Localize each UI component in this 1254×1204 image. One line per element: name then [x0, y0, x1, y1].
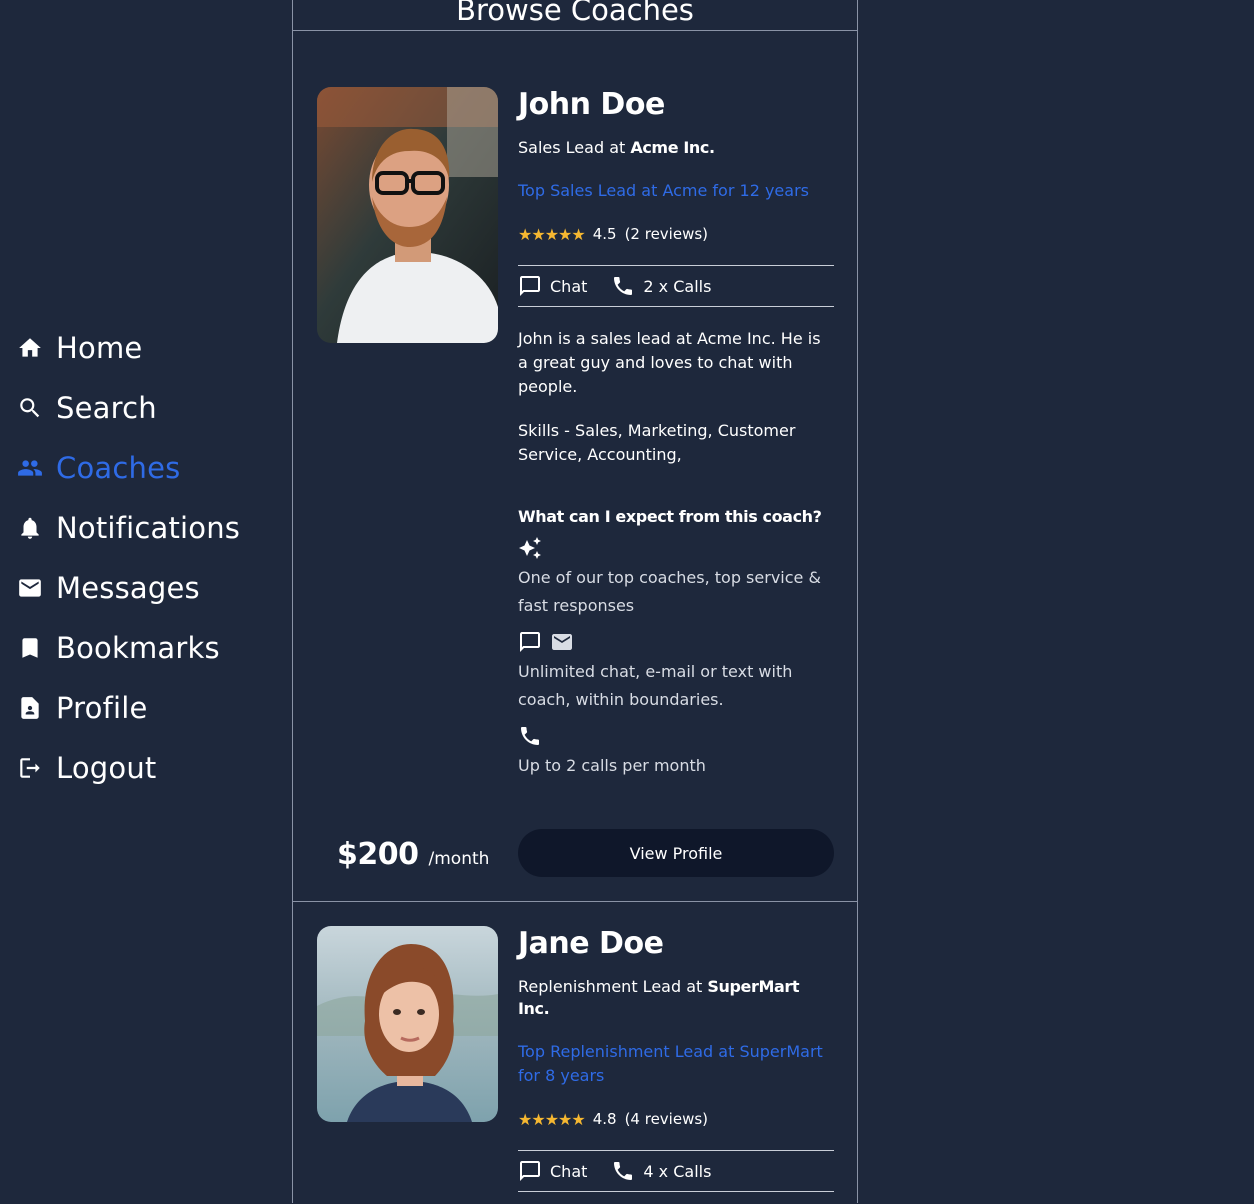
review-count[interactable]: (4 reviews): [625, 1110, 708, 1128]
page-title: Browse Coaches: [456, 0, 694, 27]
coach-tagline: Top Sales Lead at Acme for 12 years: [518, 181, 809, 200]
feed-header: Browse Coaches: [293, 0, 857, 31]
coach-rating: ★★★★★ 4.5 (2 reviews): [518, 223, 834, 245]
nav-messages[interactable]: Messages: [0, 558, 290, 618]
nav-search[interactable]: Search: [0, 378, 290, 438]
expect-heading: What can I expect from this coach?: [518, 507, 822, 526]
coach-feed[interactable]: Browse Coaches John Doe Sales Lead at Ac…: [292, 0, 858, 1203]
nav-notifications[interactable]: Notifications: [0, 498, 290, 558]
coach-company: Acme Inc.: [630, 138, 715, 157]
nav-coaches-label: Coaches: [56, 451, 181, 485]
sidebar: Home Search Coaches Notifications Messag…: [0, 318, 290, 798]
nav-logout[interactable]: Logout: [0, 738, 290, 798]
calls-label: 4 x Calls: [643, 1161, 712, 1181]
coach-photo[interactable]: [317, 87, 498, 343]
nav-home[interactable]: Home: [0, 318, 290, 378]
coach-info: Jane Doe Replenishment Lead at SuperMart…: [518, 924, 834, 1192]
nav-notifications-label: Notifications: [56, 511, 241, 545]
rating-score: 4.8: [592, 1110, 617, 1128]
chat-label: Chat: [550, 1161, 588, 1181]
coach-card: Jane Doe Replenishment Lead at SuperMart…: [293, 902, 857, 1204]
nav-profile-label: Profile: [56, 691, 148, 725]
nav-logout-label: Logout: [56, 751, 157, 785]
mail-icon: [16, 574, 44, 602]
coach-price: $200 /month: [337, 837, 489, 872]
chat-icon: [520, 1161, 540, 1181]
chat-option[interactable]: Chat: [518, 274, 587, 298]
view-profile-button[interactable]: View Profile: [518, 829, 834, 877]
coach-name: John Doe: [518, 87, 665, 122]
expect-item-icons: [518, 536, 834, 560]
coach-role: Sales Lead at Acme Inc.: [518, 137, 834, 159]
calls-option[interactable]: 2 x Calls: [611, 274, 711, 298]
phone-icon: [521, 727, 539, 745]
rating-score: 4.5: [592, 225, 617, 243]
calls-option[interactable]: 4 x Calls: [611, 1159, 711, 1183]
nav-profile[interactable]: Profile: [0, 678, 290, 738]
nav-bookmarks[interactable]: Bookmarks: [0, 618, 290, 678]
nav-search-label: Search: [56, 391, 157, 425]
chat-icon: [520, 632, 540, 652]
nav-home-label: Home: [56, 331, 143, 365]
expect-item-text: Unlimited chat, e-mail or text with coac…: [518, 662, 793, 709]
coach-role-prefix: Sales Lead at: [518, 138, 631, 157]
chat-option[interactable]: Chat: [518, 1159, 587, 1183]
phone-icon: [614, 277, 633, 295]
coach-card: John Doe Sales Lead at Acme Inc. Top Sal…: [293, 31, 857, 902]
nav-bookmarks-label: Bookmarks: [56, 631, 220, 665]
coach-rating: ★★★★★ 4.8 (4 reviews): [518, 1108, 834, 1130]
coach-role: Replenishment Lead at SuperMart Inc.: [518, 976, 834, 1020]
price-amount: $200: [337, 837, 419, 872]
star-rating-icon: ★★★★★: [518, 1109, 586, 1129]
bookmark-icon: [16, 634, 44, 662]
home-icon: [16, 334, 44, 362]
coach-info: John Doe Sales Lead at Acme Inc. Top Sal…: [518, 85, 834, 780]
chat-label: Chat: [550, 276, 588, 296]
mail-icon: [552, 634, 572, 650]
coach-tagline: Top Replenishment Lead at SuperMart for …: [518, 1042, 823, 1085]
expect-item-icons: [518, 630, 834, 654]
star-rating-icon: ★★★★★: [518, 224, 586, 244]
nav-messages-label: Messages: [56, 571, 200, 605]
expect-item-text: One of our top coaches, top service & fa…: [518, 568, 821, 615]
profile-icon: [16, 694, 44, 722]
logout-icon: [16, 754, 44, 782]
contact-options: Chat 4 x Calls: [518, 1150, 834, 1192]
search-icon: [16, 394, 44, 422]
review-count[interactable]: (2 reviews): [625, 225, 708, 243]
chat-icon: [520, 276, 540, 296]
bell-icon: [16, 514, 44, 542]
coach-photo[interactable]: [317, 926, 498, 1122]
sparkle-icon: [519, 537, 541, 559]
calls-label: 2 x Calls: [643, 276, 712, 296]
price-unit: /month: [428, 849, 490, 869]
expect-item-icons: [518, 724, 834, 748]
coach-skills: Skills - Sales, Marketing, Customer Serv…: [518, 421, 796, 464]
nav-coaches[interactable]: Coaches: [0, 438, 290, 498]
coach-name: Jane Doe: [518, 926, 664, 961]
coach-bio: John is a sales lead at Acme Inc. He is …: [518, 329, 821, 396]
coach-role-prefix: Replenishment Lead at: [518, 977, 708, 996]
expect-item-text: Up to 2 calls per month: [518, 756, 706, 775]
phone-icon: [614, 1162, 633, 1180]
people-icon: [16, 454, 44, 482]
contact-options: Chat 2 x Calls: [518, 265, 834, 307]
